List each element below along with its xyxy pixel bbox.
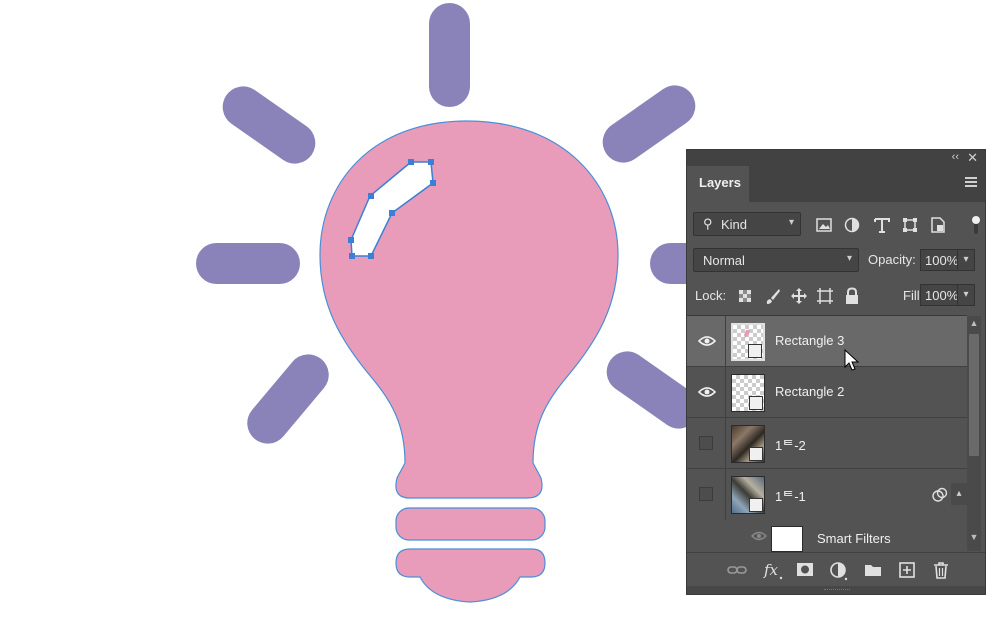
lock-artboard-icon[interactable]: [816, 287, 834, 305]
add-mask-icon[interactable]: [795, 561, 815, 579]
lock-label: Lock:: [695, 288, 727, 303]
new-layer-icon[interactable]: [897, 561, 917, 579]
lock-image-pixels-icon[interactable]: [764, 287, 782, 305]
type-layer-filter-icon[interactable]: [873, 216, 891, 234]
svg-text:fx: fx: [763, 561, 779, 579]
blend-mode-select[interactable]: Normal ▾: [693, 248, 859, 272]
smart-object-badge-icon: [749, 498, 763, 512]
chevron-down-icon: ▾: [788, 217, 794, 228]
hidden-visibility-box[interactable]: [699, 436, 713, 450]
panel-menu-icon[interactable]: [965, 177, 977, 189]
lock-all-icon[interactable]: [843, 287, 861, 305]
scroll-down-icon[interactable]: ▼: [967, 532, 981, 546]
shape-badge-icon: [748, 344, 762, 358]
smart-filters-label: Smart Filters: [817, 531, 891, 546]
scroll-thumb[interactable]: [969, 334, 979, 456]
visibility-toggle[interactable]: [687, 367, 726, 417]
adjustment-layer-filter-icon[interactable]: [843, 216, 861, 234]
panel-title-bar: ‹‹ ✕: [687, 150, 985, 166]
smart-filter-mask-thumbnail[interactable]: [771, 526, 803, 552]
layer-name[interactable]: 1ᄐ-1: [775, 486, 806, 505]
opacity-input[interactable]: 100%: [920, 249, 958, 271]
layer-thumbnail[interactable]: [731, 323, 765, 361]
filter-row: ⚲ Kind ▾: [693, 212, 983, 238]
opacity-dropdown-button[interactable]: ▾: [957, 249, 975, 271]
layer-thumbnail[interactable]: [731, 476, 765, 514]
layer-row-rectangle-2[interactable]: Rectangle 2: [687, 367, 967, 418]
panel-tab-bar: Layers: [687, 166, 985, 202]
close-icon[interactable]: ✕: [967, 150, 978, 166]
visibility-toggle[interactable]: [687, 316, 726, 366]
layer-name[interactable]: Rectangle 3: [775, 333, 844, 348]
expand-effects-chevron-icon[interactable]: ▴: [951, 483, 967, 505]
search-icon: ⚲: [703, 216, 713, 231]
smart-filters-row[interactable]: Smart Filters: [687, 524, 967, 552]
filter-kind-label: Kind: [721, 217, 748, 232]
bulb: [319, 120, 619, 603]
link-layers-icon[interactable]: [727, 561, 747, 579]
shape-layer-filter-icon[interactable]: [901, 216, 919, 234]
layers-panel: ‹‹ ✕ Layers ⚲ Kind ▾ Normal ▾ Opacity: 1…: [686, 149, 986, 595]
filter-toggle-switch[interactable]: [971, 214, 981, 236]
eye-icon[interactable]: [751, 530, 767, 542]
eye-icon[interactable]: [698, 385, 716, 399]
new-group-folder-icon[interactable]: [863, 561, 883, 579]
layers-bottom-toolbar: fx: [687, 552, 985, 587]
smart-filter-indicator-icon[interactable]: [931, 487, 949, 503]
fx-layer-style-icon[interactable]: fx: [763, 561, 783, 580]
panel-resize-footer[interactable]: [687, 586, 985, 594]
hidden-visibility-box[interactable]: [699, 487, 713, 501]
fill-input[interactable]: 100%: [920, 284, 958, 306]
blend-mode-value: Normal: [703, 253, 745, 268]
layer-name[interactable]: 1ᄐ-2: [775, 435, 806, 454]
visibility-toggle[interactable]: [687, 418, 726, 468]
lock-position-icon[interactable]: [790, 287, 808, 305]
layer-thumbnail[interactable]: [731, 374, 765, 412]
opacity-label: Opacity:: [868, 252, 916, 267]
smart-object-badge-icon: [749, 447, 763, 461]
fill-dropdown-button[interactable]: ▾: [957, 284, 975, 306]
filter-kind-select[interactable]: ⚲ Kind ▾: [693, 212, 801, 236]
blend-row: Normal ▾ Opacity: 100% ▾: [693, 248, 983, 274]
layer-row-1-1[interactable]: 1ᄐ-1 ▴: [687, 469, 967, 520]
layers-scrollbar[interactable]: ▲ ▼: [967, 316, 981, 551]
shape-badge-icon: [749, 396, 763, 410]
scroll-up-icon[interactable]: ▲: [967, 318, 981, 332]
smart-object-filter-icon[interactable]: [929, 216, 947, 234]
layer-row-rectangle-3[interactable]: Rectangle 3: [687, 316, 967, 371]
eye-icon[interactable]: [698, 334, 716, 348]
chevron-down-icon: ▾: [846, 253, 852, 264]
new-adjustment-layer-icon[interactable]: [829, 561, 849, 581]
layer-thumbnail[interactable]: [731, 425, 765, 463]
collapse-double-chevron-icon[interactable]: ‹‹: [952, 151, 959, 163]
tab-layers[interactable]: Layers: [687, 166, 749, 202]
visibility-toggle[interactable]: [687, 469, 726, 520]
layer-name[interactable]: Rectangle 2: [775, 384, 844, 399]
layers-list: Rectangle 3 Rectangle 2 1ᄐ-2 1ᄐ-1 ▴ Smar…: [687, 315, 967, 552]
lock-transparent-pixels-icon[interactable]: [736, 287, 754, 305]
lock-row: Lock: Fill: 100% ▾: [693, 284, 983, 308]
layer-row-1-2[interactable]: 1ᄐ-2: [687, 418, 967, 469]
delete-layer-trash-icon[interactable]: [931, 561, 951, 579]
pixel-layer-filter-icon[interactable]: [815, 216, 833, 234]
